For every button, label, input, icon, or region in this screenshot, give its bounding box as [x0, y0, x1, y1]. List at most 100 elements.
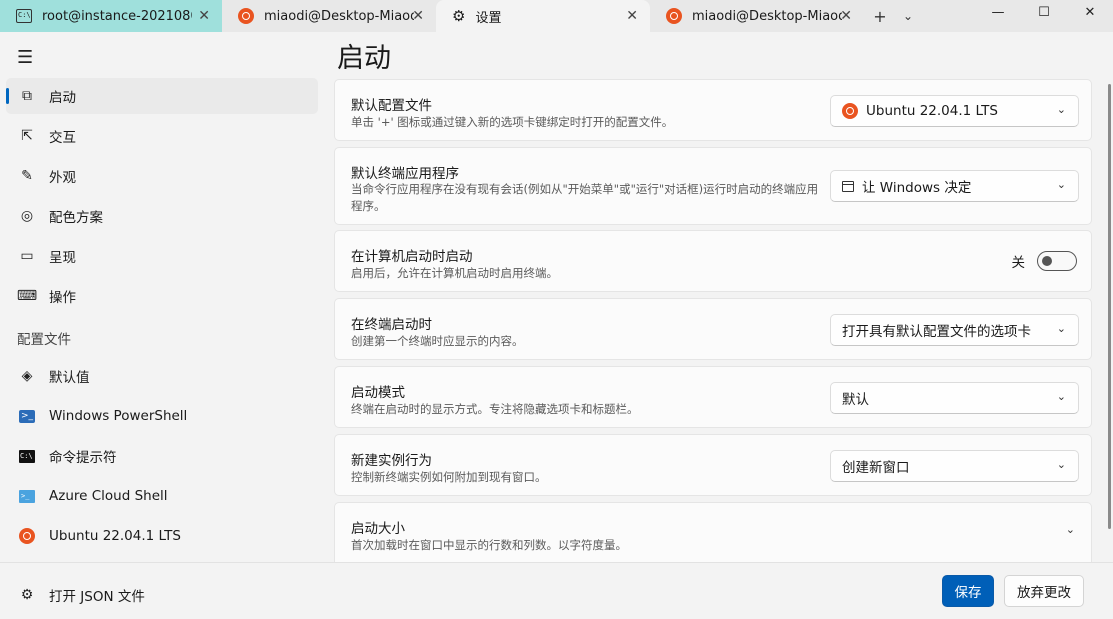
azure-icon: >_ — [19, 489, 35, 503]
sidebar-item-defaults[interactable]: ◈ 默认值 — [6, 358, 318, 394]
sidebar-item-label: Azure Cloud Shell — [49, 488, 168, 504]
new-instance-behavior-dropdown[interactable]: 创建新窗口 ⌄ — [830, 450, 1079, 482]
setting-description: 首次加载时在窗口中显示的行数和列数。以字符度量。 — [351, 538, 627, 552]
window-icon — [842, 180, 854, 192]
sidebar-item-color-schemes[interactable]: ◎ 配色方案 — [6, 198, 318, 234]
sidebar-item-ubuntu[interactable]: Ubuntu 22.04.1 LTS — [6, 518, 318, 554]
launch-on-startup-toggle[interactable]: 关 — [1011, 251, 1077, 271]
sidebar-item-label: Ubuntu 22.04.1 LTS — [49, 528, 182, 544]
ubuntu-icon — [842, 103, 858, 119]
close-icon[interactable]: ✕ — [840, 8, 852, 24]
selection-indicator — [6, 88, 9, 104]
sidebar-item-label: 命令提示符 — [49, 450, 117, 466]
save-button[interactable]: 保存 — [942, 575, 994, 607]
setting-title: 默认配置文件 — [351, 98, 432, 114]
hamburger-menu-icon[interactable]: ☰ — [17, 47, 33, 68]
sidebar-item-label: 操作 — [49, 290, 76, 306]
chevron-down-icon: ⌄ — [1056, 103, 1066, 116]
sidebar-item-startup[interactable]: ⧉ 启动 — [6, 78, 318, 114]
terminal-icon: C:\ — [16, 9, 32, 23]
setting-description: 单击 '+' 图标或通过键入新的选项卡键绑定时打开的配置文件。 — [351, 115, 674, 129]
sidebar-item-label: 打开 JSON 文件 — [49, 589, 145, 605]
sidebar-footer: ⚙ 打开 JSON 文件 — [0, 562, 320, 619]
profiles-section-label: 配置文件 — [17, 332, 71, 348]
sidebar-item-label: 启动 — [49, 90, 76, 106]
setting-title: 启动大小 — [351, 521, 405, 537]
ubuntu-icon — [19, 528, 35, 544]
setting-description: 当命令行应用程序在没有现有会话(例如从"开始菜单"或"运行"对话框)运行时启动的… — [351, 182, 819, 213]
close-window-button[interactable]: ✕ — [1067, 0, 1113, 24]
interaction-icon: ⇱ — [21, 128, 33, 144]
sidebar-item-command-prompt[interactable]: C:\ 命令提示符 — [6, 438, 318, 474]
tab-label: miaodi@Desktop-Miaodi — [264, 8, 414, 24]
powershell-icon: >_ — [19, 409, 35, 423]
setting-title: 在计算机启动时启动 — [351, 249, 473, 265]
default-terminal-dropdown[interactable]: 让 Windows 决定 ⌄ — [830, 170, 1079, 202]
sidebar-item-interaction[interactable]: ⇱ 交互 — [6, 118, 318, 154]
tab-settings[interactable]: ⚙ 设置 ✕ — [436, 0, 650, 32]
dropdown-value: 让 Windows 决定 — [862, 180, 972, 196]
discard-changes-button[interactable]: 放弃更改 — [1004, 575, 1084, 607]
setting-title: 新建实例行为 — [351, 453, 432, 469]
when-terminal-starts-dropdown[interactable]: 打开具有默认配置文件的选项卡 ⌄ — [830, 314, 1079, 346]
sidebar-item-label: 交互 — [49, 130, 76, 146]
maximize-button[interactable]: ☐ — [1021, 0, 1067, 24]
rendering-icon: ▭ — [20, 248, 34, 264]
dropdown-value: Ubuntu 22.04.1 LTS — [866, 103, 999, 119]
main-content: 启动 默认配置文件 单击 '+' 图标或通过键入新的选项卡键绑定时打开的配置文件… — [320, 32, 1113, 619]
keyboard-icon: ⌨ — [16, 288, 38, 304]
startup-icon: ⧉ — [22, 88, 32, 104]
sidebar-item-actions[interactable]: ⌨ 操作 — [6, 278, 318, 314]
appearance-icon: ✎ — [21, 168, 33, 184]
dropdown-value: 默认 — [842, 392, 869, 408]
sidebar: ☰ ⧉ 启动 ⇱ 交互 ✎ 外观 ◎ 配色方案 ▭ 呈现 ⌨ 操作 配置文件 ◈… — [0, 32, 320, 619]
sidebar-item-label: 配色方案 — [49, 210, 103, 226]
sidebar-item-label: 呈现 — [49, 250, 76, 266]
setting-title: 启动模式 — [351, 385, 405, 401]
ubuntu-icon — [238, 8, 254, 24]
setting-launch-size[interactable]: 启动大小 首次加载时在窗口中显示的行数和列数。以字符度量。 ⌄ — [334, 502, 1092, 568]
tab-root-instance[interactable]: C:\ root@instance-20210804- ✕ — [0, 0, 222, 32]
tab-dropdown-button[interactable]: ⌄ — [894, 9, 922, 23]
toggle-switch[interactable] — [1037, 251, 1077, 271]
tab-miaodi-2[interactable]: miaodi@Desktop-Miaodi ✕ — [650, 0, 864, 32]
tab-label: root@instance-20210804- — [42, 8, 192, 24]
bottom-action-bar: 保存 放弃更改 — [320, 562, 1113, 619]
toggle-state-label: 关 — [1011, 255, 1026, 271]
setting-description: 创建第一个终端时应显示的内容。 — [351, 334, 524, 348]
minimize-button[interactable]: — — [975, 0, 1021, 24]
dropdown-value: 创建新窗口 — [842, 460, 910, 476]
chevron-down-icon: ⌄ — [1056, 322, 1066, 335]
default-profile-dropdown[interactable]: Ubuntu 22.04.1 LTS ⌄ — [830, 95, 1079, 127]
tab-miaodi-1[interactable]: miaodi@Desktop-Miaodi ✕ — [222, 0, 436, 32]
sidebar-item-appearance[interactable]: ✎ 外观 — [6, 158, 318, 194]
sidebar-item-azure-cloud-shell[interactable]: >_ Azure Cloud Shell — [6, 478, 318, 514]
setting-description: 启用后，允许在计算机启动时启用终端。 — [351, 266, 558, 280]
setting-description: 终端在启动时的显示方式。专注将隐藏选项卡和标题栏。 — [351, 402, 639, 416]
launch-mode-dropdown[interactable]: 默认 ⌄ — [830, 382, 1079, 414]
palette-icon: ◎ — [20, 208, 34, 224]
scrollbar[interactable] — [1108, 84, 1111, 529]
setting-new-instance-behavior: 新建实例行为 控制新终端实例如何附加到现有窗口。 创建新窗口 ⌄ — [334, 434, 1092, 496]
new-tab-button[interactable]: + — [866, 7, 894, 26]
chevron-down-icon: ⌄ — [1056, 458, 1066, 471]
gear-icon: ⚙ — [20, 587, 34, 603]
chevron-down-icon: ⌄ — [1056, 178, 1066, 191]
title-bar: C:\ root@instance-20210804- ✕ miaodi@Des… — [0, 0, 1113, 32]
chevron-down-icon[interactable]: ⌄ — [1066, 523, 1075, 536]
tab-actions: + ⌄ — [866, 0, 922, 32]
close-icon[interactable]: ✕ — [198, 8, 210, 24]
setting-when-terminal-starts: 在终端启动时 创建第一个终端时应显示的内容。 打开具有默认配置文件的选项卡 ⌄ — [334, 298, 1092, 360]
close-icon[interactable]: ✕ — [412, 8, 424, 24]
setting-launch-mode: 启动模式 终端在启动时的显示方式。专注将隐藏选项卡和标题栏。 默认 ⌄ — [334, 366, 1092, 428]
sidebar-item-label: 外观 — [49, 170, 76, 186]
sidebar-item-rendering[interactable]: ▭ 呈现 — [6, 238, 318, 274]
close-icon[interactable]: ✕ — [626, 8, 638, 24]
setting-default-profile: 默认配置文件 单击 '+' 图标或通过键入新的选项卡键绑定时打开的配置文件。 U… — [334, 79, 1092, 141]
sidebar-item-label: Windows PowerShell — [49, 408, 188, 424]
sidebar-item-windows-powershell[interactable]: >_ Windows PowerShell — [6, 398, 318, 434]
setting-title: 默认终端应用程序 — [351, 166, 459, 182]
open-json-file-button[interactable]: ⚙ 打开 JSON 文件 — [6, 577, 318, 613]
setting-title: 在终端启动时 — [351, 317, 432, 333]
page-title: 启动 — [337, 43, 391, 74]
